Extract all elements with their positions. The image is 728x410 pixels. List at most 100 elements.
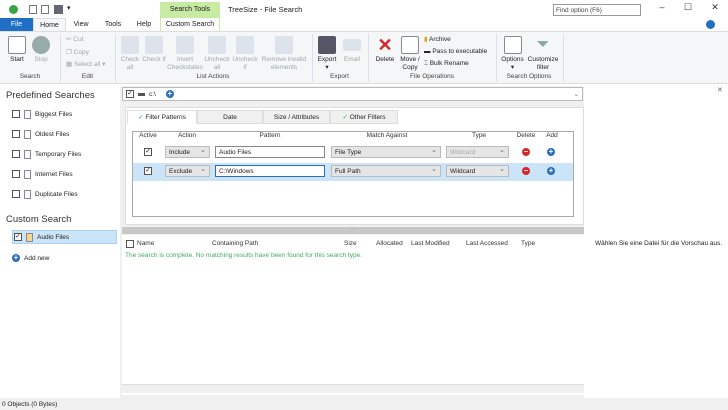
- divider: [563, 34, 564, 82]
- column-header-containing-path[interactable]: Containing Path: [212, 240, 258, 247]
- select-all-button[interactable]: ▦ Select all ▾: [66, 61, 105, 69]
- sidebar-item-oldest-files[interactable]: Oldest Files: [12, 127, 69, 141]
- match-against-dropdown[interactable]: Full Path: [331, 165, 441, 177]
- find-option-input[interactable]: Find option (F6): [553, 4, 641, 16]
- check-all-button[interactable]: Check all: [118, 36, 142, 71]
- archive-button[interactable]: ▮ Archive: [424, 36, 451, 44]
- email-button[interactable]: Email: [341, 36, 363, 64]
- active-checkbox[interactable]: ✓: [144, 167, 152, 175]
- invert-checkstates-button[interactable]: Invert Checkstates: [166, 36, 204, 71]
- delete-button[interactable]: ✕ Delete: [373, 36, 397, 64]
- tab-view[interactable]: View: [66, 18, 96, 31]
- tab-date[interactable]: Date: [197, 110, 263, 124]
- active-checkbox[interactable]: ✓: [144, 148, 152, 156]
- match-against-dropdown[interactable]: File Type: [331, 146, 441, 158]
- sidebar-item-internet-files[interactable]: Internet Files: [12, 167, 73, 181]
- group-label-export: Export: [330, 73, 349, 80]
- close-button[interactable]: ✕: [705, 2, 725, 16]
- uncheck-if-button[interactable]: Uncheck if: [230, 36, 260, 71]
- drive-icon: [138, 92, 145, 96]
- minimize-button[interactable]: –: [652, 2, 672, 16]
- sidebar-item-duplicate-files[interactable]: Duplicate Files: [12, 187, 78, 201]
- start-button[interactable]: Start: [6, 36, 28, 64]
- column-header-action: Action: [177, 132, 197, 139]
- export-button[interactable]: Export ▾: [315, 36, 339, 71]
- move-copy-icon: [401, 36, 419, 54]
- app-icon: [9, 5, 18, 14]
- open-icon[interactable]: [41, 5, 49, 14]
- pass-to-executable-button[interactable]: ▬ Pass to executable: [424, 48, 487, 56]
- remove-invalid-button[interactable]: Remove invalid elements: [260, 36, 308, 71]
- options-icon: [503, 36, 522, 54]
- cut-button[interactable]: ✂ Cut: [66, 36, 83, 44]
- search-status-message: The search is complete. No matching resu…: [125, 252, 363, 259]
- add-row-icon[interactable]: +: [547, 148, 555, 156]
- quick-access-dropdown-icon[interactable]: ▾: [67, 4, 71, 12]
- column-header-type[interactable]: Type: [521, 240, 535, 247]
- column-header-allocated[interactable]: Allocated: [376, 240, 403, 247]
- tab-other-filters[interactable]: ✓ Other Filters: [330, 110, 398, 124]
- column-header-last-accessed[interactable]: Last Accessed: [466, 240, 508, 247]
- sidebar-item-temporary-files[interactable]: Temporary Files: [12, 147, 81, 161]
- customize-filter-button[interactable]: ⏷ Customize filter: [527, 36, 559, 71]
- select-all-checkbox[interactable]: [126, 240, 134, 248]
- tab-help[interactable]: Help: [130, 18, 158, 31]
- help-icon[interactable]: [706, 20, 715, 29]
- move-copy-button[interactable]: Move / Copy: [398, 36, 422, 71]
- check-if-button[interactable]: Check if: [142, 36, 166, 64]
- search-path-bar[interactable]: ✓ c:\ + ⌄: [122, 87, 583, 101]
- panel-splitter[interactable]: ⋯⋯: [122, 227, 584, 234]
- group-label-search-options: Search Options: [506, 73, 552, 80]
- delete-row-icon[interactable]: –: [522, 148, 530, 156]
- add-icon: +: [12, 253, 20, 262]
- add-path-icon[interactable]: +: [165, 90, 174, 98]
- type-dropdown[interactable]: Wildcard: [446, 165, 509, 177]
- stop-button[interactable]: Stop: [30, 36, 52, 64]
- filter-icon: ⏷: [536, 36, 550, 53]
- options-button[interactable]: Options ▾: [500, 36, 525, 71]
- action-dropdown[interactable]: Include: [165, 146, 210, 158]
- maximize-button[interactable]: ☐: [678, 2, 698, 16]
- column-header-pattern: Pattern: [259, 132, 281, 139]
- start-label: Start: [10, 56, 24, 63]
- action-dropdown[interactable]: Exclude: [165, 165, 210, 177]
- pattern-input[interactable]: Audio Files: [215, 146, 325, 158]
- column-header-size[interactable]: Size: [344, 240, 357, 247]
- tab-size-attributes[interactable]: Size / Attributes: [263, 110, 330, 124]
- new-search-icon[interactable]: [29, 5, 37, 14]
- copy-button[interactable]: ❐ Copy: [66, 49, 89, 57]
- sidebar-item-audio-files[interactable]: ✓ Audio Files: [12, 230, 117, 244]
- email-icon: [343, 39, 361, 51]
- group-label-edit: Edit: [81, 73, 94, 80]
- results-list: [122, 235, 584, 395]
- type-dropdown[interactable]: Wildcard: [446, 146, 509, 158]
- context-tab-header: Search Tools: [160, 2, 220, 18]
- column-header-last-modified[interactable]: Last Modified: [411, 240, 450, 247]
- tab-file[interactable]: File: [0, 18, 33, 31]
- horizontal-scrollbar[interactable]: [122, 384, 584, 393]
- add-row-icon[interactable]: +: [547, 167, 555, 175]
- pattern-input[interactable]: C:\Windows: [215, 165, 325, 177]
- tab-filter-patterns[interactable]: ✓ Filter Patterns: [127, 110, 197, 124]
- status-bar: 0 Objects (0 Bytes): [0, 398, 728, 410]
- group-label-search: Search: [19, 73, 41, 80]
- path-text: c:\: [149, 90, 156, 98]
- column-header-add: Add: [546, 132, 558, 139]
- path-dropdown-icon[interactable]: ⌄: [574, 90, 579, 98]
- stop-label: Stop: [34, 56, 48, 63]
- sidebar-item-biggest-files[interactable]: Biggest Files: [12, 107, 72, 121]
- delete-row-icon[interactable]: –: [522, 167, 530, 175]
- save-icon[interactable]: [54, 5, 63, 14]
- floppy-icon: [318, 36, 336, 54]
- column-header-name[interactable]: Name: [137, 240, 154, 247]
- filter-row: ✓ Include Audio Files File Type Wildcard…: [133, 144, 573, 162]
- delete-x-icon: ✕: [377, 35, 393, 55]
- column-header-match-against: Match Against: [366, 132, 408, 139]
- add-new-search-button[interactable]: + Add new: [12, 251, 49, 265]
- tab-home[interactable]: Home: [33, 18, 66, 31]
- tab-custom-search[interactable]: Custom Search: [160, 18, 220, 31]
- tab-tools[interactable]: Tools: [96, 18, 130, 31]
- uncheck-all-button[interactable]: Uncheck all: [204, 36, 230, 71]
- bulk-rename-button[interactable]: ⌶ Bulk Rename: [424, 60, 469, 68]
- close-preview-icon[interactable]: ✕: [717, 86, 723, 94]
